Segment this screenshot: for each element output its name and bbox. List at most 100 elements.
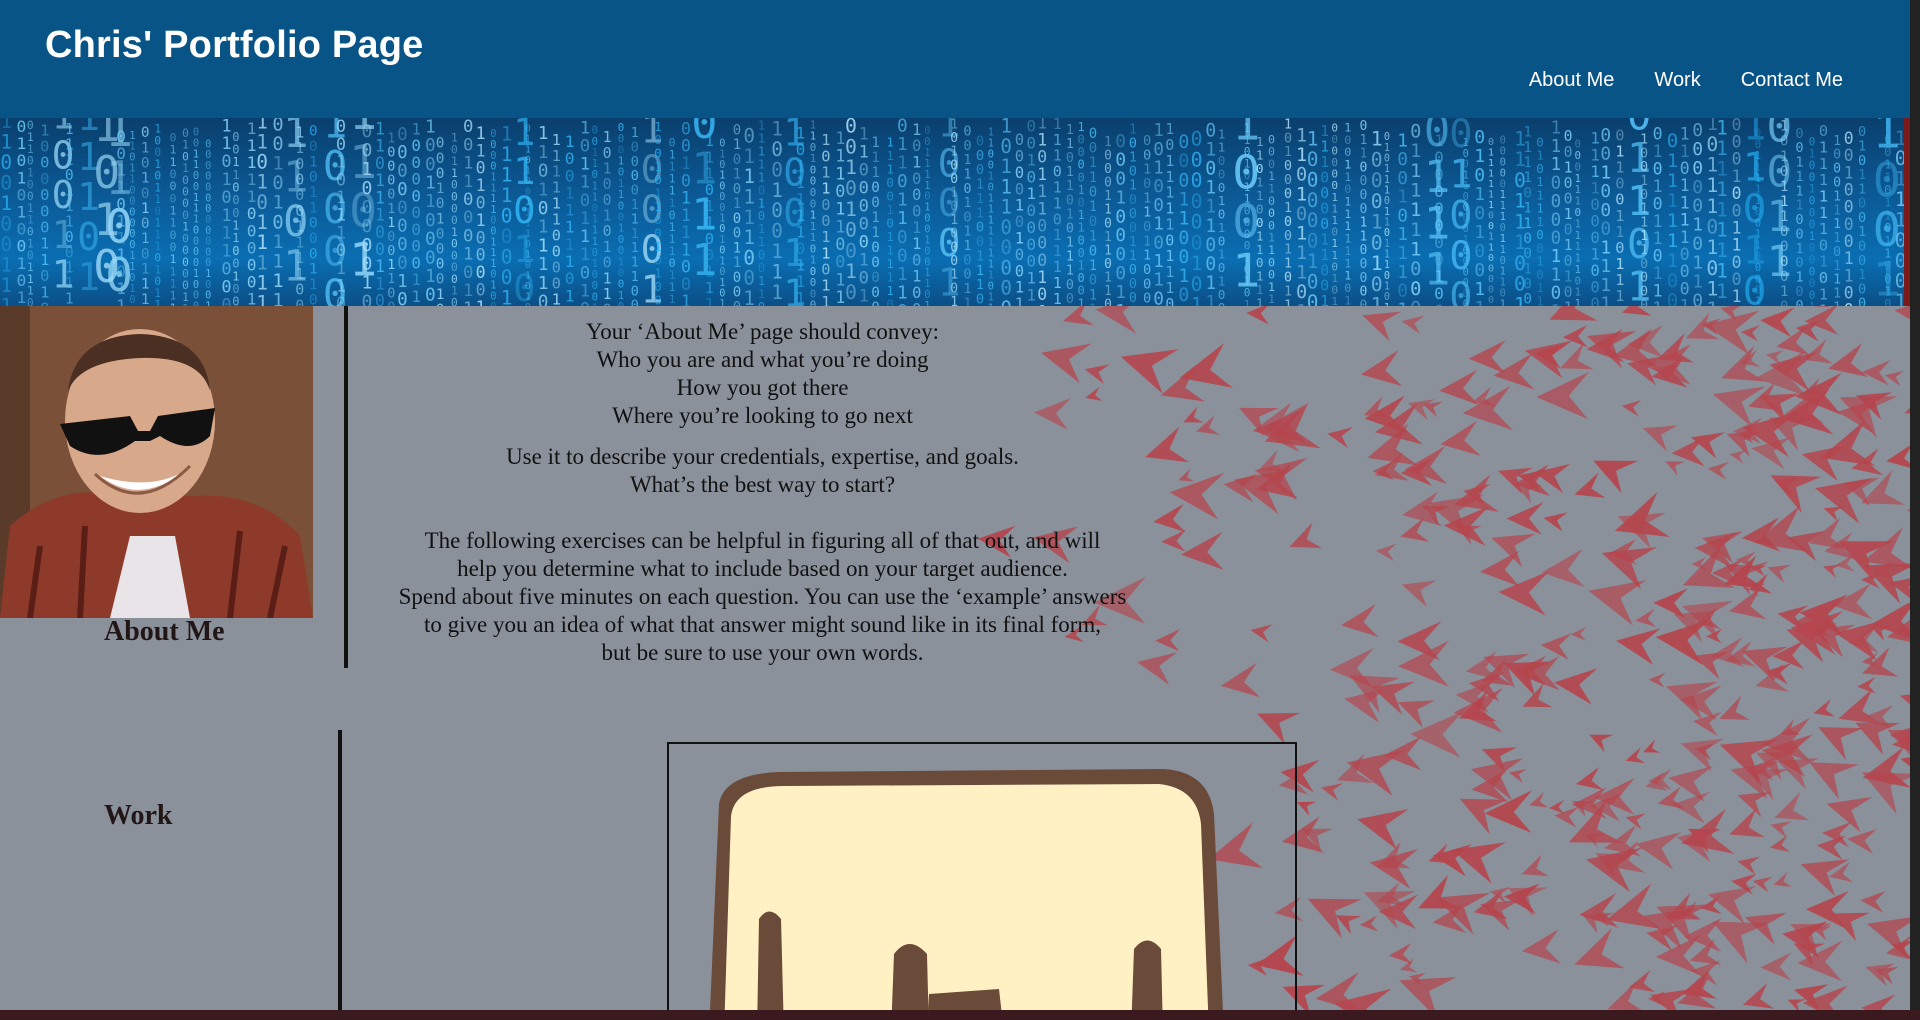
svg-text:0: 0: [1066, 292, 1074, 306]
svg-text:1: 1: [1780, 119, 1789, 135]
svg-text:0: 0: [1640, 285, 1648, 300]
svg-text:1: 1: [1320, 247, 1329, 264]
svg-text:1: 1: [476, 211, 486, 230]
svg-text:0: 0: [681, 171, 691, 190]
svg-text:0: 0: [1205, 235, 1216, 256]
svg-text:0: 0: [871, 270, 880, 286]
svg-text:1: 1: [963, 295, 971, 306]
svg-text:0: 0: [1384, 154, 1390, 165]
svg-text:0: 0: [719, 267, 725, 278]
svg-text:0: 0: [476, 280, 486, 299]
svg-text:0: 0: [592, 136, 598, 148]
svg-text:1: 1: [387, 216, 395, 231]
svg-text:0: 0: [1732, 253, 1742, 272]
nav-link-about-me[interactable]: About Me: [1529, 69, 1615, 92]
svg-text:1: 1: [1564, 268, 1573, 285]
svg-text:0: 0: [1474, 241, 1485, 262]
svg-text:0: 0: [1066, 278, 1074, 293]
svg-text:0: 0: [733, 152, 741, 168]
svg-text:1: 1: [1410, 141, 1421, 162]
svg-text:1: 1: [1680, 125, 1690, 144]
svg-text:1: 1: [1371, 211, 1383, 234]
svg-text:1: 1: [1600, 294, 1611, 306]
svg-text:1: 1: [1296, 184, 1307, 205]
svg-text:1: 1: [1564, 206, 1573, 223]
svg-text:1: 1: [1819, 285, 1828, 303]
svg-text:0: 0: [1410, 279, 1421, 300]
svg-text:1: 1: [871, 210, 880, 226]
svg-text:1: 1: [1536, 293, 1544, 306]
svg-text:0: 0: [1640, 271, 1648, 286]
svg-text:0: 0: [1104, 298, 1112, 307]
nav-link-contact-me[interactable]: Contact Me: [1741, 69, 1843, 92]
svg-text:1: 1: [1066, 179, 1074, 194]
svg-text:1: 1: [1551, 302, 1562, 306]
svg-text:1: 1: [1129, 249, 1137, 264]
svg-text:0: 0: [1474, 203, 1485, 224]
svg-text:0: 0: [1653, 124, 1663, 143]
svg-text:1: 1: [580, 281, 590, 301]
svg-text:1: 1: [1205, 216, 1216, 237]
svg-text:1: 1: [141, 171, 150, 187]
svg-text:0: 0: [1680, 159, 1690, 178]
svg-text:1: 1: [845, 260, 857, 283]
svg-text:0: 0: [1640, 146, 1648, 161]
svg-text:1: 1: [1384, 282, 1390, 293]
svg-text:0: 0: [758, 209, 765, 223]
svg-text:1: 1: [1680, 142, 1690, 161]
svg-text:0: 0: [580, 300, 590, 307]
svg-text:0: 0: [897, 228, 908, 248]
svg-text:1: 1: [1320, 139, 1329, 156]
svg-text:0: 0: [436, 151, 445, 167]
svg-text:1: 1: [912, 121, 921, 139]
svg-text:0: 0: [1564, 222, 1573, 239]
nav-link-work[interactable]: Work: [1654, 69, 1700, 92]
svg-text:1: 1: [897, 154, 908, 174]
svg-text:1: 1: [1667, 190, 1678, 212]
svg-text:0: 0: [1371, 169, 1383, 192]
svg-text:1: 1: [871, 150, 880, 166]
svg-text:0: 0: [490, 301, 496, 306]
svg-text:1: 1: [1296, 243, 1307, 264]
svg-text:0: 0: [362, 140, 373, 161]
svg-text:0: 0: [1129, 221, 1137, 236]
svg-text:1: 1: [1833, 273, 1841, 288]
svg-text:0: 0: [1066, 193, 1074, 208]
svg-text:1: 1: [1384, 303, 1390, 306]
svg-text:1: 1: [1653, 229, 1663, 248]
svg-text:0: 0: [845, 177, 857, 200]
svg-text:0: 0: [845, 219, 857, 242]
svg-text:0: 0: [845, 135, 857, 158]
svg-text:0: 0: [871, 195, 880, 211]
svg-text:0: 0: [141, 155, 150, 171]
about-line: The following exercises can be helpful i…: [424, 528, 1101, 553]
svg-text:0: 0: [362, 292, 373, 306]
svg-text:0: 0: [681, 137, 691, 156]
svg-text:1: 1: [1833, 287, 1841, 302]
svg-text:1: 1: [1488, 190, 1494, 201]
svg-text:1: 1: [1115, 301, 1126, 306]
svg-text:0: 0: [1191, 190, 1203, 213]
svg-text:0: 0: [1129, 207, 1137, 222]
svg-text:0: 0: [1640, 188, 1648, 203]
work-project-image[interactable]: [667, 742, 1297, 1010]
svg-text:1: 1: [758, 235, 765, 249]
svg-text:1: 1: [835, 287, 845, 306]
svg-text:1: 1: [1551, 155, 1562, 175]
svg-text:1: 1: [1384, 186, 1390, 197]
svg-text:0: 0: [1268, 305, 1275, 307]
svg-text:0: 0: [1296, 204, 1307, 225]
svg-text:0: 0: [1449, 193, 1472, 238]
svg-text:1: 1: [463, 172, 473, 192]
svg-text:1: 1: [375, 275, 385, 294]
svg-text:0: 0: [912, 284, 921, 302]
svg-text:1: 1: [1474, 279, 1485, 300]
svg-text:0: 0: [897, 302, 908, 306]
svg-text:1: 1: [141, 140, 150, 156]
svg-text:0: 0: [436, 226, 445, 242]
svg-text:1: 1: [845, 156, 857, 179]
svg-text:0: 0: [1066, 151, 1074, 166]
svg-text:1: 1: [1037, 199, 1047, 218]
svg-text:1: 1: [705, 279, 714, 297]
svg-text:0: 0: [387, 146, 395, 161]
